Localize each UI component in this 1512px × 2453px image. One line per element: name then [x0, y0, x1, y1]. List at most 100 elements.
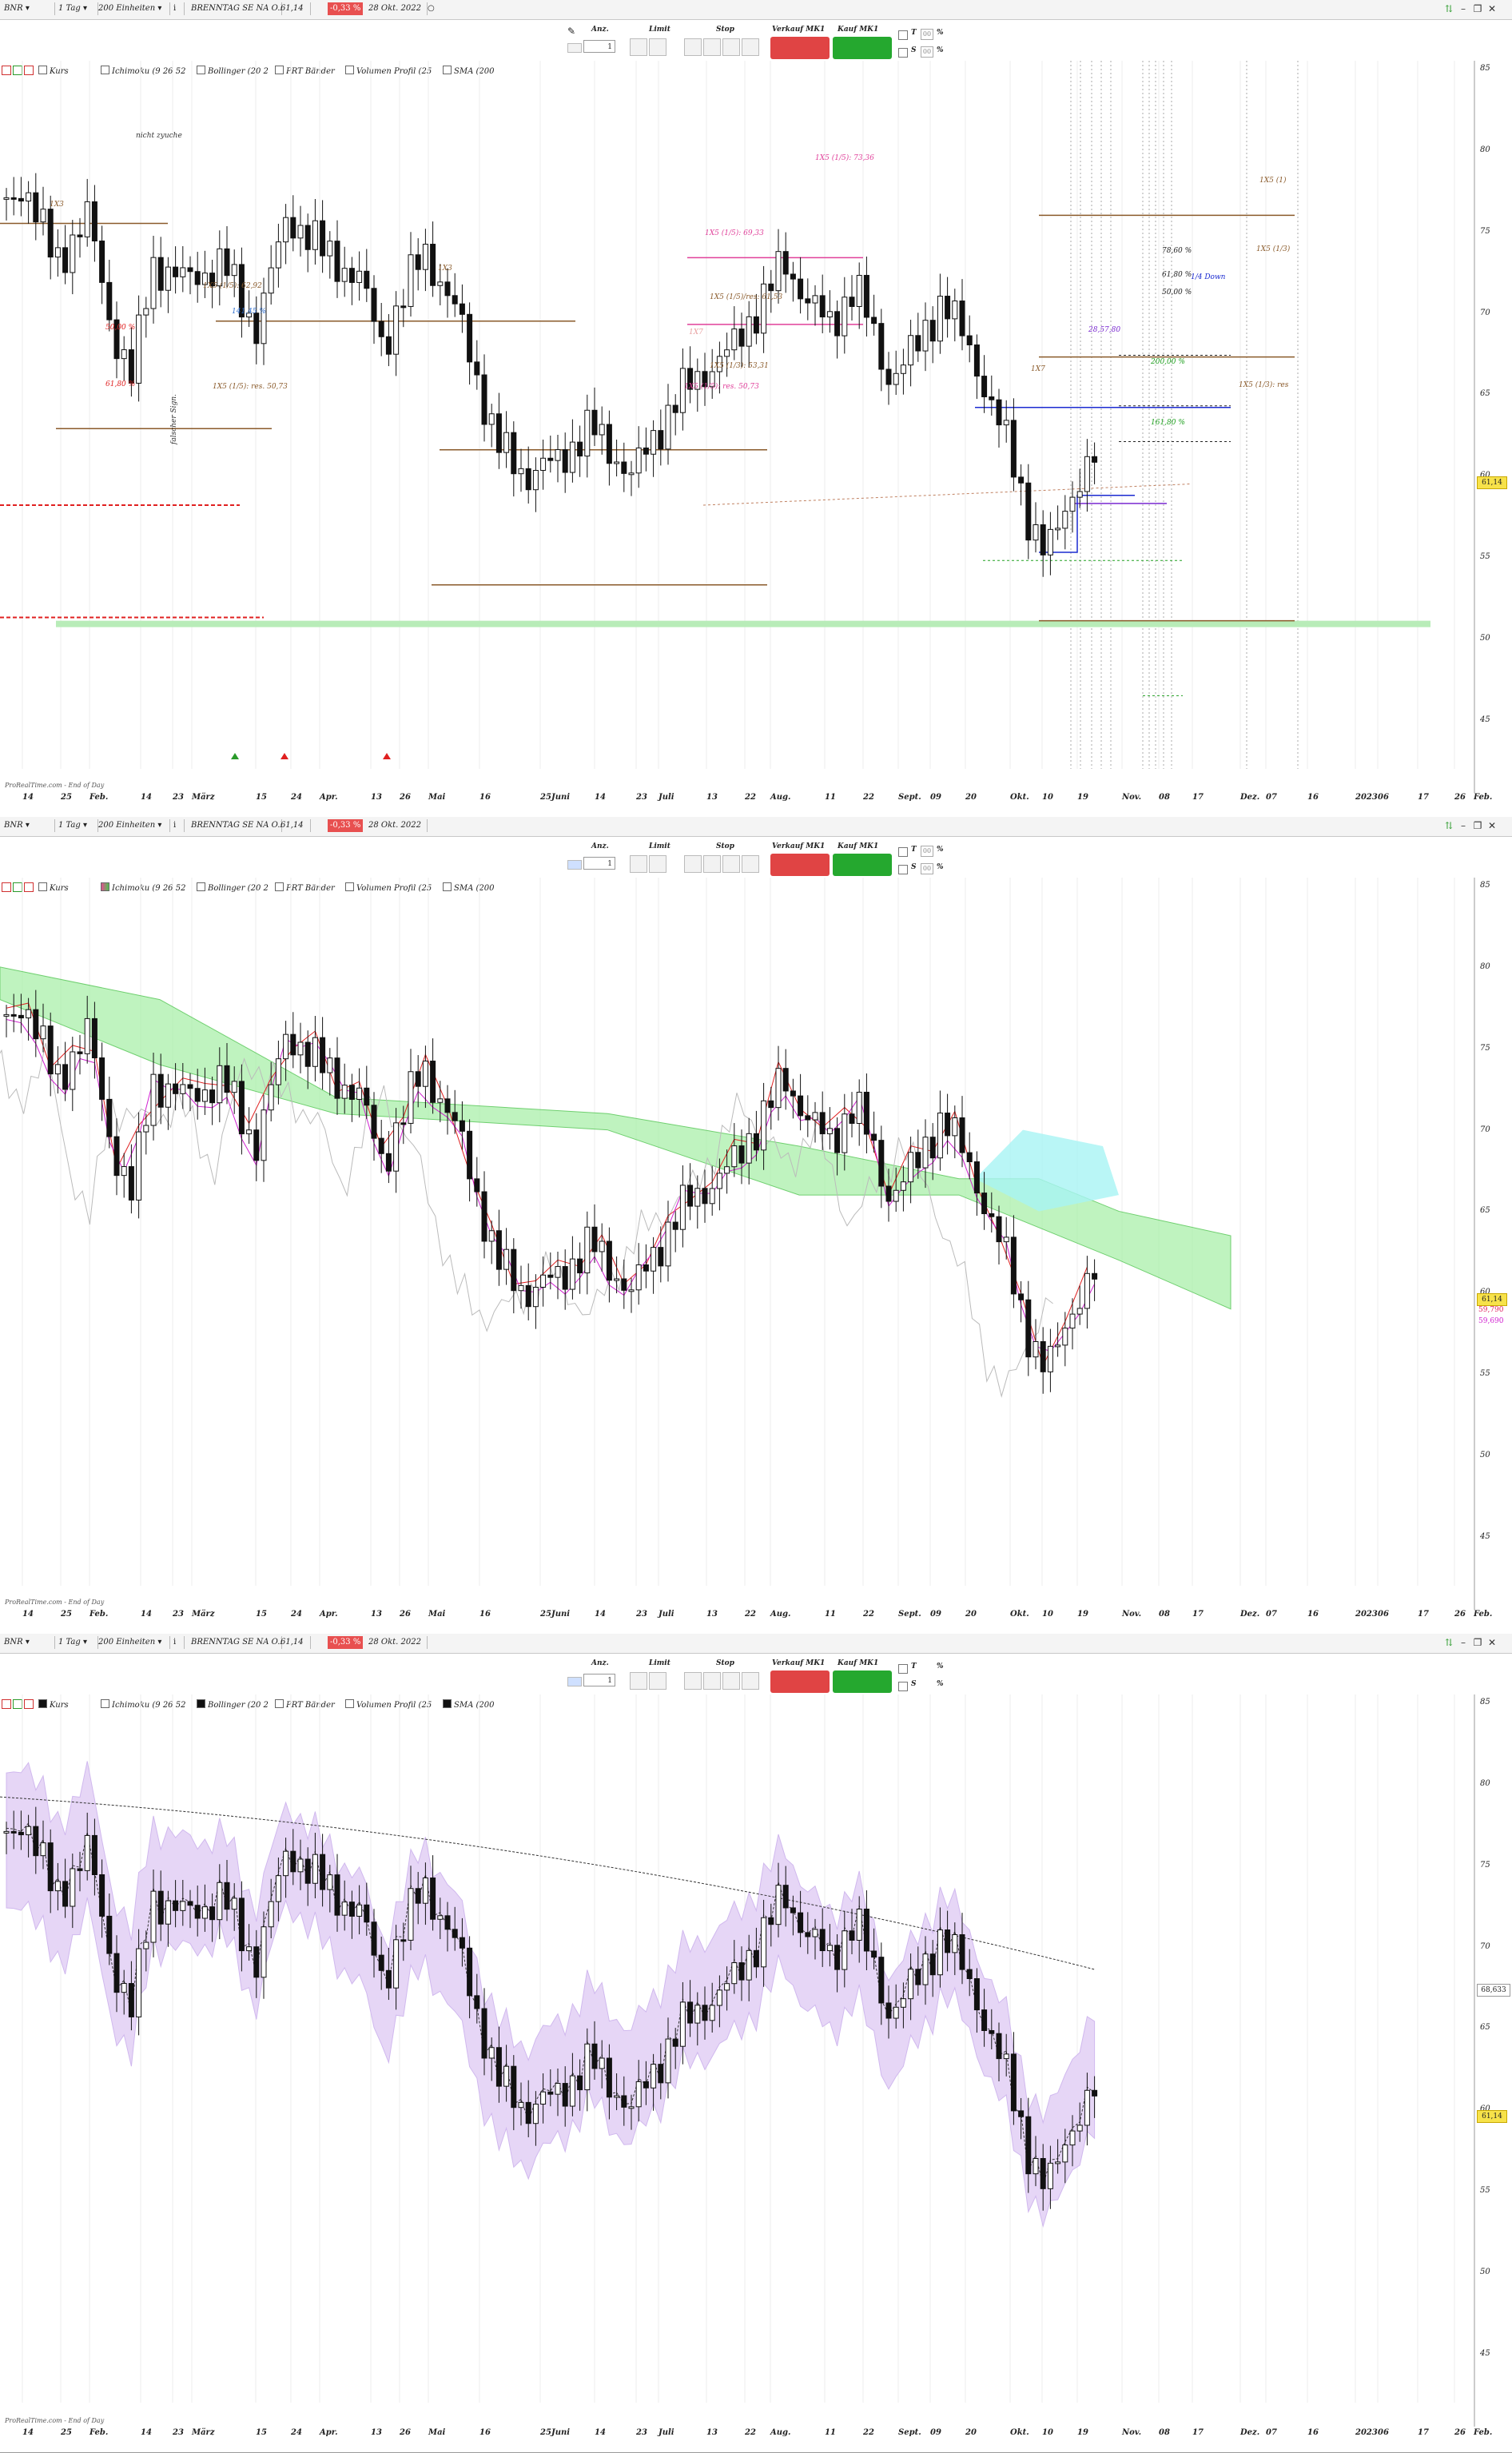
candle-body: [761, 1917, 767, 1968]
interval-select[interactable]: 1 Tag ▾: [56, 2, 98, 15]
quantity-field[interactable]: 1: [583, 40, 615, 53]
candle-body: [863, 1908, 869, 1952]
candle-body: [1040, 524, 1046, 556]
close-icon[interactable]: ✕: [1486, 820, 1498, 831]
keyboard-icon[interactable]: [567, 43, 582, 53]
symbol-select[interactable]: BNR ▾: [2, 819, 55, 832]
symbol-select[interactable]: BNR ▾: [2, 1636, 55, 1649]
units-label: 200 Einheiten: [98, 4, 156, 13]
candle-body: [224, 248, 230, 277]
stop-sell-button[interactable]: [703, 855, 721, 873]
chart-annotation: 50,00 %: [105, 324, 135, 332]
refresh-icon[interactable]: ⇅: [1443, 3, 1454, 14]
chart-annotation: 1X5 (1/5)/res: 61,53: [710, 293, 782, 301]
candle-body: [312, 1854, 318, 1884]
buy-label: Kauf MK1: [838, 842, 879, 850]
keyboard-icon[interactable]: [567, 860, 582, 870]
units-select[interactable]: 200 Einheiten ▾: [96, 2, 170, 15]
restore-icon[interactable]: ❐: [1472, 3, 1483, 14]
limit-buy-button[interactable]: [630, 1672, 647, 1690]
stop-sell-button[interactable]: [703, 1672, 721, 1690]
candle-body: [150, 1890, 157, 1943]
t-checkbox[interactable]: [898, 1664, 908, 1674]
price-chart-3[interactable]: [0, 1694, 1475, 2427]
candle-body: [1069, 2130, 1076, 2146]
candle-body: [1003, 420, 1009, 426]
t-value-field[interactable]: 00: [921, 846, 933, 857]
stop-limit-buy-button[interactable]: [722, 855, 740, 873]
buy-button[interactable]: [833, 854, 892, 876]
sell-button[interactable]: [770, 854, 830, 876]
keyboard-icon[interactable]: [567, 1677, 582, 1686]
stop-limit-sell-button[interactable]: [742, 1672, 759, 1690]
restore-icon[interactable]: ❐: [1472, 1637, 1483, 1648]
refresh-icon[interactable]: ⇅: [1443, 1637, 1454, 1648]
symbol-select[interactable]: BNR ▾: [2, 2, 55, 15]
restore-icon[interactable]: ❐: [1472, 820, 1483, 831]
price-chart-1[interactable]: nicht zyuche 1X3 1X3 1X7 1X7 1X5 (1/5): 73,36…: [0, 61, 1475, 793]
candle-body: [304, 1858, 311, 1884]
t-pct: %: [937, 1663, 944, 1671]
info-icon[interactable]: i: [171, 2, 185, 15]
units-select[interactable]: 200 Einheiten ▾: [96, 819, 170, 832]
candle-body: [562, 449, 568, 473]
sell-button[interactable]: [770, 37, 830, 59]
t-value-field[interactable]: 00: [921, 29, 933, 40]
candle-body: [62, 247, 69, 273]
pencil-icon[interactable]: ✎: [567, 26, 582, 38]
candle-body: [945, 1113, 951, 1137]
candle-body: [385, 1969, 392, 1989]
minimize-icon[interactable]: –: [1458, 1637, 1469, 1648]
s-value-field[interactable]: 00: [921, 863, 933, 874]
stop-buy-button[interactable]: [684, 38, 702, 56]
limit-buy-button[interactable]: [630, 38, 647, 56]
units-select[interactable]: 200 Einheiten ▾: [96, 1636, 170, 1649]
limit-sell-button[interactable]: [649, 38, 666, 56]
stop-limit-buy-button[interactable]: [722, 1672, 740, 1690]
limit-sell-button[interactable]: [649, 1672, 666, 1690]
refresh-icon[interactable]: ⇅: [1443, 820, 1454, 831]
x-tick: Aug.: [770, 2428, 791, 2437]
close-icon[interactable]: ✕: [1486, 1637, 1498, 1648]
x-tick: 14: [141, 793, 152, 802]
info-icon[interactable]: i: [171, 819, 185, 832]
candle-body: [364, 1087, 370, 1106]
quantity-field[interactable]: 1: [583, 1674, 615, 1686]
t-checkbox[interactable]: [898, 30, 908, 40]
x-axis-1: 14 25 Feb. 14 23 März 15 24 Apr. 13 26 Mai 16 25 Juni 1…: [0, 791, 1492, 806]
limit-buy-button[interactable]: [630, 855, 647, 873]
s-value-field[interactable]: 00: [921, 46, 933, 58]
price-chart-2[interactable]: [0, 878, 1475, 1610]
candle-body: [511, 432, 517, 475]
candle-body: [10, 1013, 17, 1017]
minimize-icon[interactable]: –: [1458, 3, 1469, 14]
candle-body: [503, 432, 510, 453]
close-icon[interactable]: ✕: [1486, 3, 1498, 14]
limit-sell-button[interactable]: [649, 855, 666, 873]
stop-buy-button[interactable]: [684, 855, 702, 873]
info-icon[interactable]: i: [171, 1636, 185, 1649]
stop-limit-buy-button[interactable]: [722, 38, 740, 56]
date-label: 28 Okt. 2022: [366, 819, 428, 832]
stop-limit-sell-button[interactable]: [742, 855, 759, 873]
sell-button[interactable]: [770, 1671, 830, 1693]
candle-body: [929, 1953, 936, 1976]
minimize-icon[interactable]: –: [1458, 820, 1469, 831]
stop-limit-sell-button[interactable]: [742, 38, 759, 56]
quantity-field[interactable]: 1: [583, 857, 615, 870]
y-tick: 85: [1480, 881, 1490, 890]
buy-button[interactable]: [833, 1671, 892, 1693]
interval-select[interactable]: 1 Tag ▾: [56, 1636, 98, 1649]
s-pct: %: [937, 863, 944, 871]
buy-button[interactable]: [833, 37, 892, 59]
s-checkbox[interactable]: [898, 1682, 908, 1691]
candle-body: [77, 1051, 83, 1054]
s-checkbox[interactable]: [898, 48, 908, 58]
interval-select[interactable]: 1 Tag ▾: [56, 819, 98, 832]
s-checkbox[interactable]: [898, 865, 908, 874]
candle-body: [467, 313, 473, 363]
stop-buy-button[interactable]: [684, 1672, 702, 1690]
candle-body: [511, 2065, 517, 2109]
stop-sell-button[interactable]: [703, 38, 721, 56]
t-checkbox[interactable]: [898, 847, 908, 857]
